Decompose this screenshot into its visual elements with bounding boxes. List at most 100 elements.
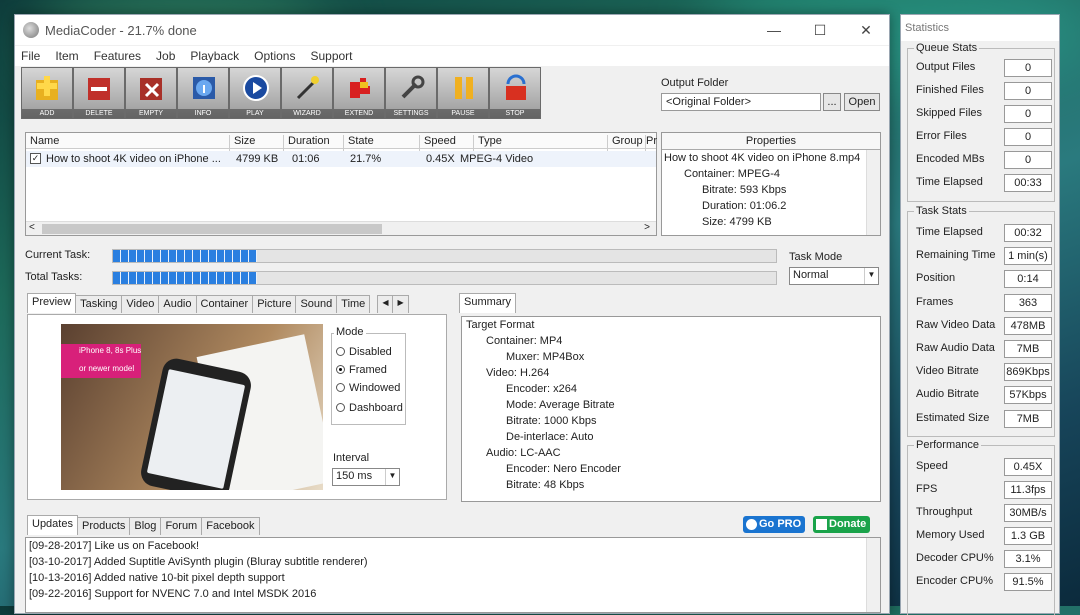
col-state[interactable]: State [348,135,420,151]
tab-sound[interactable]: Sound [295,295,338,313]
properties-panel: Properties How to shoot 4K video on iPho… [661,132,881,236]
tab-blog[interactable]: Blog [129,517,162,535]
add-icon [36,76,58,100]
delete-label: DELETE [74,109,124,118]
mode-disabled-radio[interactable]: Disabled [336,346,392,358]
summary-tree-item[interactable]: Audio: LC-AAC [462,445,880,461]
total-tasks-label: Total Tasks: [25,271,83,283]
empty-button[interactable]: EMPTY [125,67,177,119]
settings-label: SETTINGS [386,109,436,118]
menu-job[interactable]: Job [156,49,175,63]
browse-button[interactable]: ... [823,93,841,111]
settings-button[interactable]: SETTINGS [385,67,437,119]
go-pro-button[interactable]: Go PRO [743,516,806,533]
col-speed[interactable]: Speed [424,135,474,151]
scroll-right-icon[interactable]: > [644,222,650,233]
maximize-icon[interactable]: ☐ [797,15,843,45]
row-type: MPEG-4 Video [460,153,534,165]
row-duration: 01:06 [292,153,320,165]
tab-tasking[interactable]: Tasking [75,295,123,313]
delete-button[interactable]: DELETE [73,67,125,119]
task-mode-select[interactable]: Normal ▼ [789,267,879,285]
mode-windowed-radio[interactable]: Windowed [336,382,400,394]
summary-tree-item[interactable]: Mode: Average Bitrate [462,397,880,413]
prop-container[interactable]: Container: MPEG-4 [662,166,880,182]
tab-preview[interactable]: Preview [27,293,77,313]
summary-tree-item[interactable]: Target Format [462,317,880,333]
col-size[interactable]: Size [234,135,284,151]
tab-container[interactable]: Container [195,295,254,313]
col-pr[interactable]: Pr [646,135,658,151]
open-button[interactable]: Open [844,93,880,111]
tab-prev-icon[interactable]: ◀ [377,295,394,313]
play-icon [243,75,269,101]
summary-tree-item[interactable]: Bitrate: 48 Kbps [462,477,880,493]
col-name[interactable]: Name [30,135,230,151]
summary-tree-item[interactable]: Container: MP4 [462,333,880,349]
stop-button[interactable]: STOP [489,67,541,119]
mode-dashboard-radio[interactable]: Dashboard [336,402,403,414]
menu-support[interactable]: Support [310,49,352,63]
menu-item[interactable]: Item [55,49,78,63]
menu-playback[interactable]: Playback [190,49,239,63]
summary-tree-item[interactable]: Encoder: Nero Encoder [462,461,880,477]
stat-value: 91.5% [1004,573,1052,591]
pause-label: PAUSE [438,109,488,118]
mode-framed-radio[interactable]: Framed [336,364,387,376]
stat-value: 7MB [1004,340,1052,358]
summary-tree-item[interactable]: Video: H.264 [462,365,880,381]
delete-icon [88,78,110,100]
wizard-button[interactable]: WIZARD [281,67,333,119]
current-task-label: Current Task: [25,249,91,261]
output-folder-label: Output Folder [661,77,729,89]
col-group[interactable]: Group [612,135,646,151]
output-folder-input[interactable]: <Original Folder> [661,93,821,111]
tab-forum[interactable]: Forum [160,517,203,535]
task-mode-label: Task Mode [789,251,843,263]
title-bar: MediaCoder - 21.7% done — ☐ ✕ [15,15,889,45]
menu-features[interactable]: Features [94,49,141,63]
properties-scrollbar[interactable] [866,150,880,235]
tab-facebook[interactable]: Facebook [201,517,260,535]
col-duration[interactable]: Duration [288,135,344,151]
tab-video[interactable]: Video [121,295,160,313]
tab-summary[interactable]: Summary [459,293,517,313]
horizontal-scrollbar[interactable]: < > [26,221,656,235]
info-button[interactable]: INFO [177,67,229,119]
table-row[interactable]: ✓ How to shoot 4K video on iPhone ... 47… [26,151,656,167]
summary-tree-item[interactable]: De-interlace: Auto [462,429,880,445]
row-checkbox[interactable]: ✓ [30,153,41,164]
summary-tree-item[interactable]: Encoder: x264 [462,381,880,397]
go-pro-label: Go PRO [759,518,802,530]
scroll-left-icon[interactable]: < [29,222,35,233]
log-scrollbar[interactable] [866,538,880,612]
tab-picture[interactable]: Picture [252,295,297,313]
extend-button[interactable]: EXTEND [333,67,385,119]
play-button[interactable]: PLAY [229,67,281,119]
tab-next-icon[interactable]: ▶ [392,295,409,313]
tab-audio[interactable]: Audio [158,295,197,313]
donate-button[interactable]: Donate [813,516,871,533]
menu-options[interactable]: Options [254,49,295,63]
row-size: 4799 KB [236,153,279,165]
summary-tree-item[interactable]: Muxer: MP4Box [462,349,880,365]
minimize-icon[interactable]: — [751,15,797,45]
stat-value: 00:33 [1004,174,1052,192]
menu-file[interactable]: File [21,49,40,63]
scroll-thumb[interactable] [42,224,382,234]
interval-select[interactable]: 150 ms ▼ [332,468,400,486]
tab-products[interactable]: Products [76,517,131,535]
pause-button[interactable]: PAUSE [437,67,489,119]
prop-file[interactable]: How to shoot 4K video on iPhone 8.mp4 [662,150,880,166]
pause-icon [455,77,473,99]
tab-time[interactable]: Time [336,295,371,313]
list-item: [03-10-2017] Added Suptitle AviSynth plu… [29,556,368,568]
close-icon[interactable]: ✕ [843,15,889,45]
add-button[interactable]: ADD [21,67,73,119]
col-type[interactable]: Type [478,135,608,151]
summary-tree-item[interactable]: Bitrate: 1000 Kbps [462,413,880,429]
stat-label: Video Bitrate [916,365,979,378]
news-tabs: Updates Products Blog Forum Facebook [27,515,260,535]
stat-label: Error Files [916,130,967,142]
tab-updates[interactable]: Updates [27,515,78,535]
